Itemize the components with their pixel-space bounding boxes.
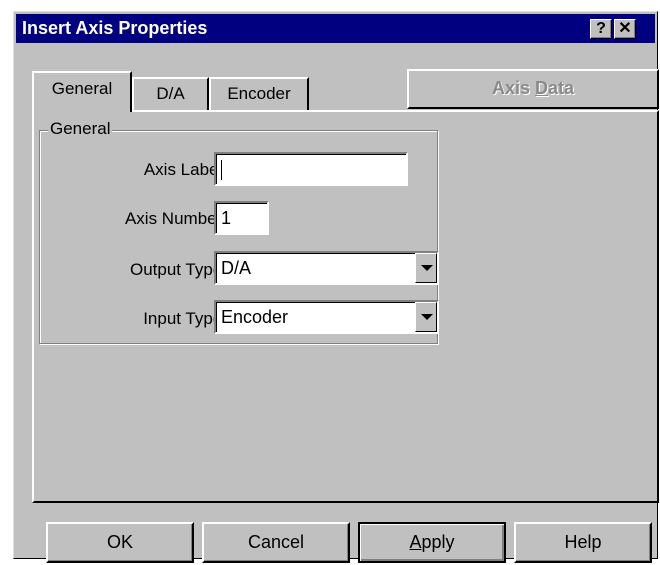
chevron-down-icon	[421, 265, 433, 271]
output-type-label: Output Type:	[129, 260, 227, 279]
axis-number-value: 1	[221, 208, 232, 228]
output-type-value: D/A	[221, 258, 252, 278]
input-type-select[interactable]: Encoder	[214, 300, 439, 334]
title-bar[interactable]: Insert Axis Properties ? ✕	[16, 14, 655, 43]
input-type-value: Encoder	[221, 307, 289, 327]
input-type-dropdown-button[interactable]	[415, 302, 437, 332]
tab-panel-general: General Axis Label: Axis Number: 1 Outpu…	[32, 110, 659, 503]
axis-data-mnemonic: D	[535, 78, 548, 98]
tab-da[interactable]: D/A	[132, 77, 209, 111]
text-caret	[221, 160, 222, 181]
ok-button[interactable]: OK	[46, 522, 194, 563]
tab-encoder-label: Encoder	[227, 84, 291, 103]
general-groupbox: General Axis Label: Axis Number: 1 Outpu…	[39, 119, 439, 344]
output-type-dropdown-button[interactable]	[415, 253, 437, 283]
axis-number-label: Axis Number:	[124, 209, 227, 228]
help-icon[interactable]: ?	[590, 19, 612, 39]
window-title: Insert Axis Properties	[22, 18, 208, 38]
tab-general[interactable]: General	[32, 71, 132, 112]
close-icon[interactable]: ✕	[614, 19, 636, 39]
axis-data-label-post: ata	[548, 78, 575, 98]
axis-number-field[interactable]: 1	[214, 201, 269, 235]
chevron-down-icon	[421, 314, 433, 320]
axis-label-field[interactable]	[214, 152, 408, 186]
tab-da-label: D/A	[156, 84, 185, 103]
tab-general-label: General	[51, 79, 113, 98]
apply-label-rest: pply	[421, 532, 455, 552]
output-type-select[interactable]: D/A	[214, 251, 439, 285]
help-button[interactable]: Help	[514, 522, 652, 563]
apply-mnemonic: A	[409, 532, 422, 552]
apply-button[interactable]: Apply	[358, 522, 506, 563]
axis-data-button[interactable]: Axis Data	[407, 69, 659, 109]
general-group-title: General	[48, 119, 113, 139]
axis-data-label-pre: Axis	[491, 78, 535, 98]
insert-axis-properties-dialog: Insert Axis Properties ? ✕ General D/A E…	[13, 11, 659, 563]
tab-encoder[interactable]: Encoder	[209, 77, 309, 111]
cancel-button[interactable]: Cancel	[202, 522, 350, 563]
